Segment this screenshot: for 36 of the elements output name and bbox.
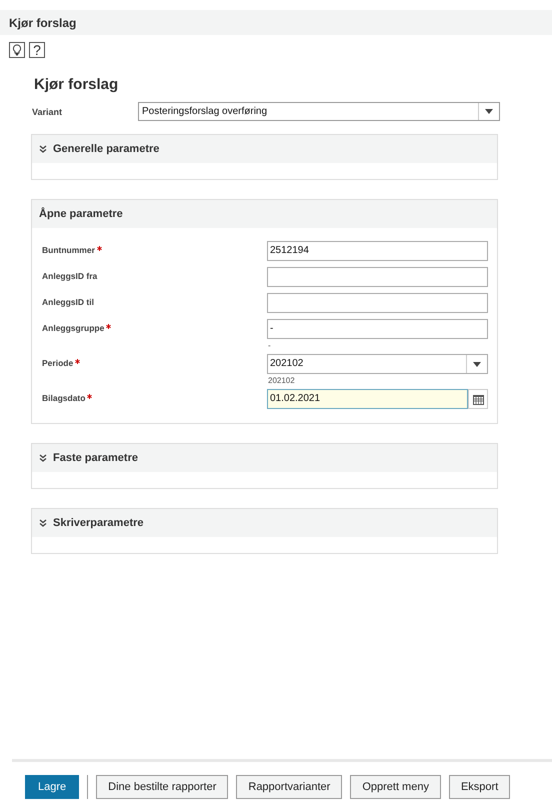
field-label: AnleggsID til	[41, 296, 94, 307]
input-field[interactable]: 2512194	[267, 241, 488, 261]
field-hint: 202102	[267, 375, 296, 387]
dropdown-caret-icon	[485, 109, 493, 114]
dropdown-caret-icon	[473, 362, 481, 366]
input-field[interactable]: -	[267, 319, 488, 339]
input-field[interactable]	[267, 267, 488, 287]
action-button[interactable]: Rapportvarianter	[236, 775, 342, 799]
panel-title[interactable]: Skriverparametre	[53, 517, 144, 529]
calendar-icon[interactable]	[472, 394, 484, 404]
field-label: Buntnummer	[41, 244, 95, 255]
period-dropdown[interactable]: 202102	[267, 354, 488, 374]
save-button[interactable]: Lagre	[25, 775, 80, 799]
field-hint: -	[267, 340, 272, 352]
action-button[interactable]: Opprett meny	[350, 775, 441, 799]
field-label: AnleggsID fra	[41, 270, 98, 281]
input-field[interactable]	[267, 293, 488, 313]
field-label: Anleggsgruppe	[41, 322, 104, 333]
help-button[interactable]: ?	[29, 42, 45, 58]
panel-title[interactable]: Faste parametre	[53, 452, 138, 464]
field-label: Periode	[41, 357, 74, 368]
double-chevron-icon[interactable]	[39, 519, 47, 527]
action-button[interactable]: Dine bestilte rapporter	[96, 775, 228, 799]
double-chevron-icon[interactable]	[39, 454, 47, 462]
field-label: Variant	[32, 106, 64, 116]
window-title: Kjør forslag	[9, 16, 76, 30]
lightbulb-icon	[12, 44, 22, 56]
field-label: Bilagsdato	[41, 392, 86, 403]
date-field[interactable]: 01.02.2021	[267, 389, 468, 409]
panel-title[interactable]: Generelle parametre	[53, 143, 160, 155]
panel-title[interactable]: Åpne parametre	[39, 208, 123, 220]
page-title: Kjør forslag	[34, 76, 120, 93]
double-chevron-icon[interactable]	[39, 145, 47, 153]
action-button[interactable]: Eksport	[448, 775, 510, 799]
variant-dropdown[interactable]: Posteringsforslag overføring	[138, 102, 500, 121]
tip-button[interactable]	[9, 42, 25, 58]
